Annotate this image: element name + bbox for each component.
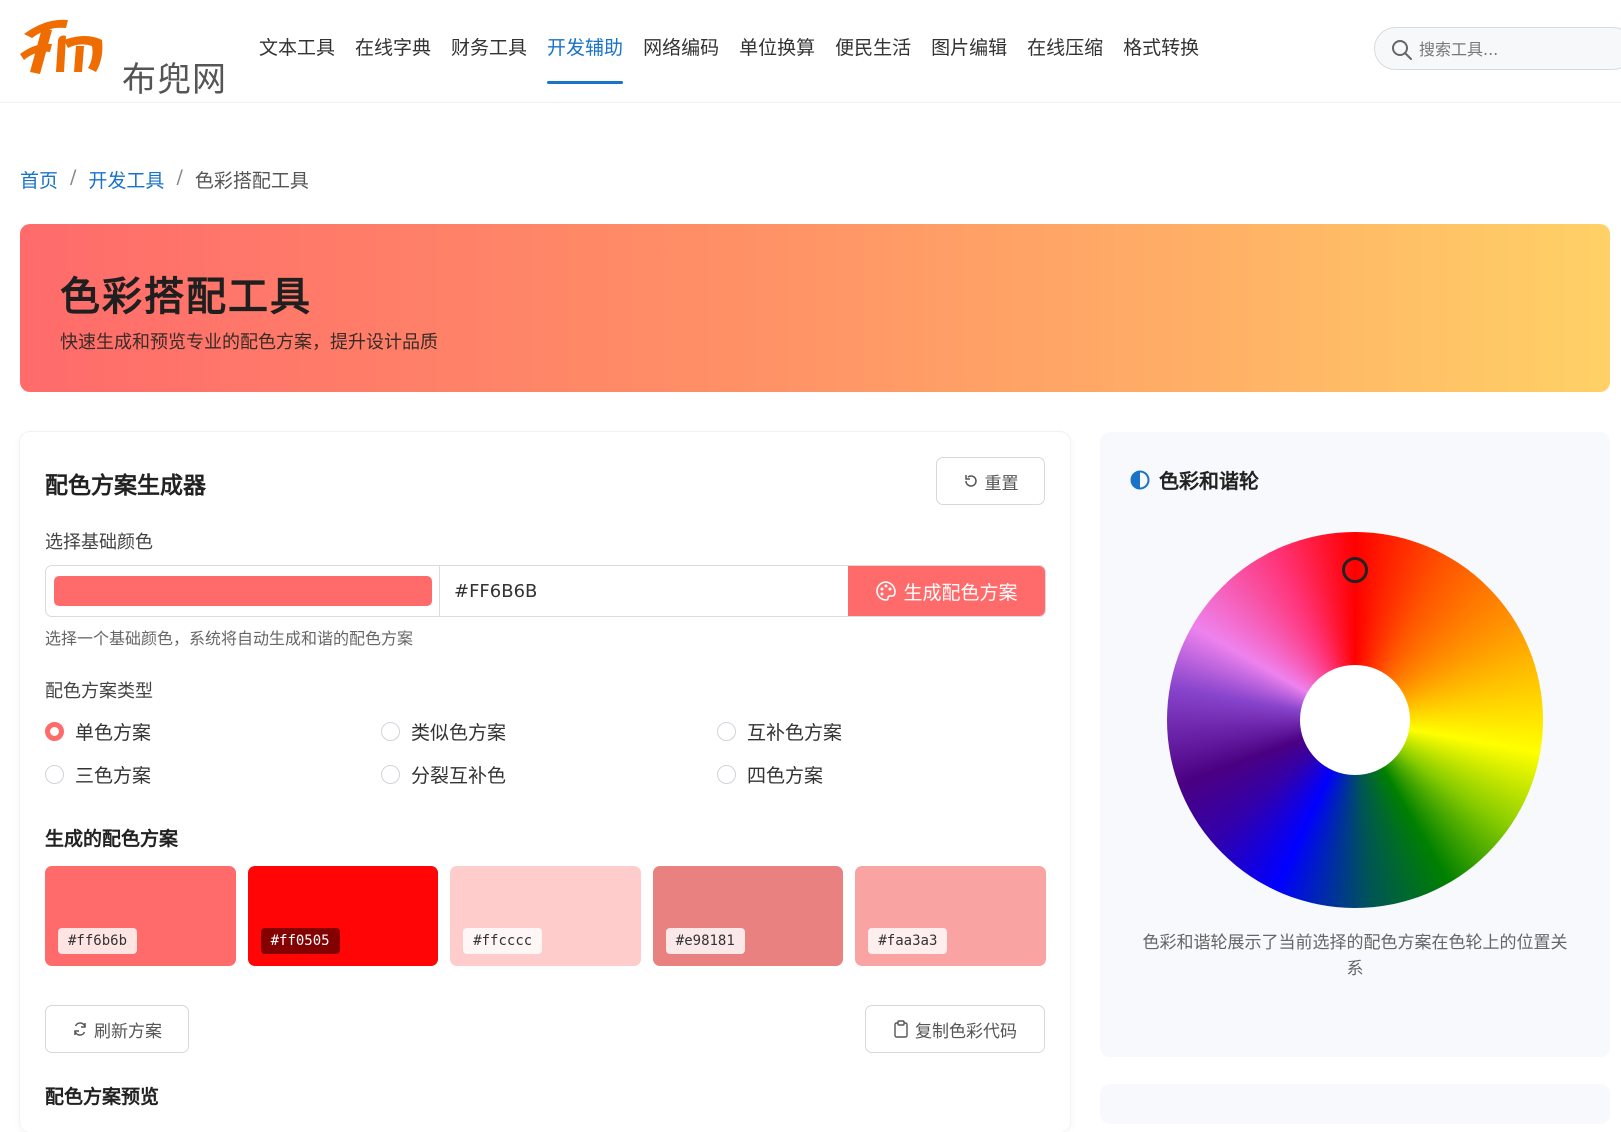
hero-banner: 色彩搭配工具 快速生成和预览专业的配色方案，提升设计品质 (20, 224, 1610, 392)
nav-item-dev-tools[interactable]: 开发辅助 (547, 34, 624, 84)
palette-swatches: #ff6b6b #ff0505 #ffcccc #e98181 #faa3a3 (45, 866, 1046, 966)
site-name: 布兜网 (122, 60, 227, 100)
nav-item-daily-life[interactable]: 便民生活 (835, 34, 911, 84)
contrast-icon (1130, 470, 1150, 489)
copy-color-code-button[interactable]: 复制色彩代码 (865, 1005, 1045, 1053)
radio-indicator[interactable] (45, 722, 64, 741)
base-color-row: 生成配色方案 (45, 565, 1046, 617)
palette-swatch[interactable]: #e98181 (652, 866, 844, 966)
palette-swatch[interactable]: #ff6b6b (45, 866, 236, 966)
search-input[interactable] (1419, 36, 1609, 62)
radio-analogous[interactable]: 类似色方案 (381, 718, 506, 745)
page-title: 色彩搭配工具 (60, 274, 312, 320)
nav-item-dictionary[interactable]: 在线字典 (355, 34, 431, 84)
wheel-title: 色彩和谐轮 (1130, 465, 1259, 494)
wheel-color-marker[interactable] (1342, 557, 1368, 583)
logo-icon (20, 19, 103, 74)
nav-item-encoding[interactable]: 网络编码 (643, 34, 719, 84)
nav-item-image-edit[interactable]: 图片编辑 (931, 34, 1007, 84)
color-wheel-card: 色彩和谐轮 色彩和谐轮展示了当前选择的配色方案在色轮上的位置关系 (1100, 432, 1610, 1057)
nav-item-finance[interactable]: 财务工具 (451, 34, 527, 84)
radio-label: 类似色方案 (411, 722, 507, 744)
search-box[interactable] (1374, 27, 1621, 70)
search-icon (1392, 40, 1412, 60)
clipboard-icon (894, 1020, 908, 1038)
palette-swatch[interactable]: #ffcccc (450, 866, 641, 966)
refresh-icon (74, 1022, 86, 1036)
palette-icon (876, 581, 897, 601)
reset-label: 重置 (984, 473, 1019, 494)
swatch-hex-label: #ffcccc (463, 928, 543, 954)
page-subtitle: 快速生成和预览专业的配色方案，提升设计品质 (60, 332, 438, 353)
main-nav: 文本工具 在线字典 财务工具 开发辅助 网络编码 单位换算 便民生活 图片编辑 … (259, 34, 1219, 84)
wheel-center (1300, 665, 1410, 775)
nav-item-format-convert[interactable]: 格式转换 (1123, 34, 1199, 84)
scheme-preview-title: 配色方案预览 (45, 1086, 160, 1108)
color-picker[interactable] (46, 566, 440, 616)
radio-monochrome[interactable]: 单色方案 (45, 718, 151, 745)
refresh-label: 刷新方案 (94, 1021, 162, 1042)
swatch-hex-label: #faa3a3 (868, 928, 948, 954)
nav-item-compression[interactable]: 在线压缩 (1027, 34, 1103, 84)
swatch-hex-label: #ff0505 (260, 928, 340, 954)
site-logo[interactable]: 布兜网 (16, 14, 236, 100)
generator-title: 配色方案生成器 (45, 473, 206, 499)
breadcrumb-separator: / (176, 166, 183, 188)
generated-scheme-title: 生成的配色方案 (45, 828, 179, 850)
swatch-hex-label: #ff6b6b (58, 928, 138, 954)
radio-label: 互补色方案 (747, 722, 843, 744)
breadcrumb-current: 色彩搭配工具 (194, 170, 309, 192)
swatch-hex-label: #e98181 (665, 928, 745, 954)
secondary-side-card (1100, 1084, 1610, 1124)
base-color-hint: 选择一个基础颜色，系统将自动生成和谐的配色方案 (45, 629, 414, 648)
generate-label: 生成配色方案 (903, 581, 1018, 604)
radio-label: 单色方案 (75, 722, 152, 744)
radio-label: 分裂互补色 (411, 765, 507, 787)
scheme-type-label: 配色方案类型 (45, 681, 153, 702)
refresh-scheme-button[interactable]: 刷新方案 (45, 1005, 189, 1053)
radio-tetradic[interactable]: 四色方案 (717, 761, 823, 788)
radio-indicator[interactable] (717, 722, 736, 741)
radio-indicator[interactable] (45, 765, 64, 784)
breadcrumb-home[interactable]: 首页 (20, 166, 58, 193)
breadcrumb-dev-tools[interactable]: 开发工具 (88, 166, 164, 193)
scheme-generator-card: 配色方案生成器 重置 选择基础颜色 生成配色方案 选择一个基础颜色，系统将自动生… (20, 432, 1070, 1132)
reset-button[interactable]: 重置 (936, 457, 1045, 505)
radio-triadic[interactable]: 三色方案 (45, 761, 151, 788)
palette-swatch[interactable]: #faa3a3 (855, 866, 1046, 966)
breadcrumb: 首页 / 开发工具 / 色彩搭配工具 (20, 166, 309, 193)
generate-scheme-button[interactable]: 生成配色方案 (848, 566, 1045, 616)
base-color-swatch[interactable] (53, 576, 432, 606)
color-harmony-wheel[interactable] (1167, 532, 1543, 908)
radio-label: 四色方案 (747, 765, 824, 787)
palette-swatch[interactable]: #ff0505 (247, 866, 439, 966)
breadcrumb-separator: / (70, 166, 77, 188)
wheel-title-text: 色彩和谐轮 (1159, 469, 1259, 493)
radio-label: 三色方案 (75, 765, 152, 787)
radio-indicator[interactable] (381, 722, 400, 741)
top-header: 布兜网 文本工具 在线字典 财务工具 开发辅助 网络编码 单位换算 便民生活 图… (0, 0, 1621, 103)
nav-item-unit-conversion[interactable]: 单位换算 (739, 34, 815, 84)
hex-color-input[interactable] (440, 566, 848, 616)
base-color-label: 选择基础颜色 (45, 532, 153, 553)
radio-indicator[interactable] (717, 765, 736, 784)
nav-item-text-tools[interactable]: 文本工具 (259, 34, 335, 84)
radio-split-complementary[interactable]: 分裂互补色 (381, 761, 506, 788)
radio-indicator[interactable] (381, 765, 400, 784)
reset-icon (964, 475, 977, 487)
copy-label: 复制色彩代码 (915, 1021, 1017, 1042)
wheel-description: 色彩和谐轮展示了当前选择的配色方案在色轮上的位置关系 (1142, 933, 1568, 979)
radio-complementary[interactable]: 互补色方案 (717, 718, 842, 745)
